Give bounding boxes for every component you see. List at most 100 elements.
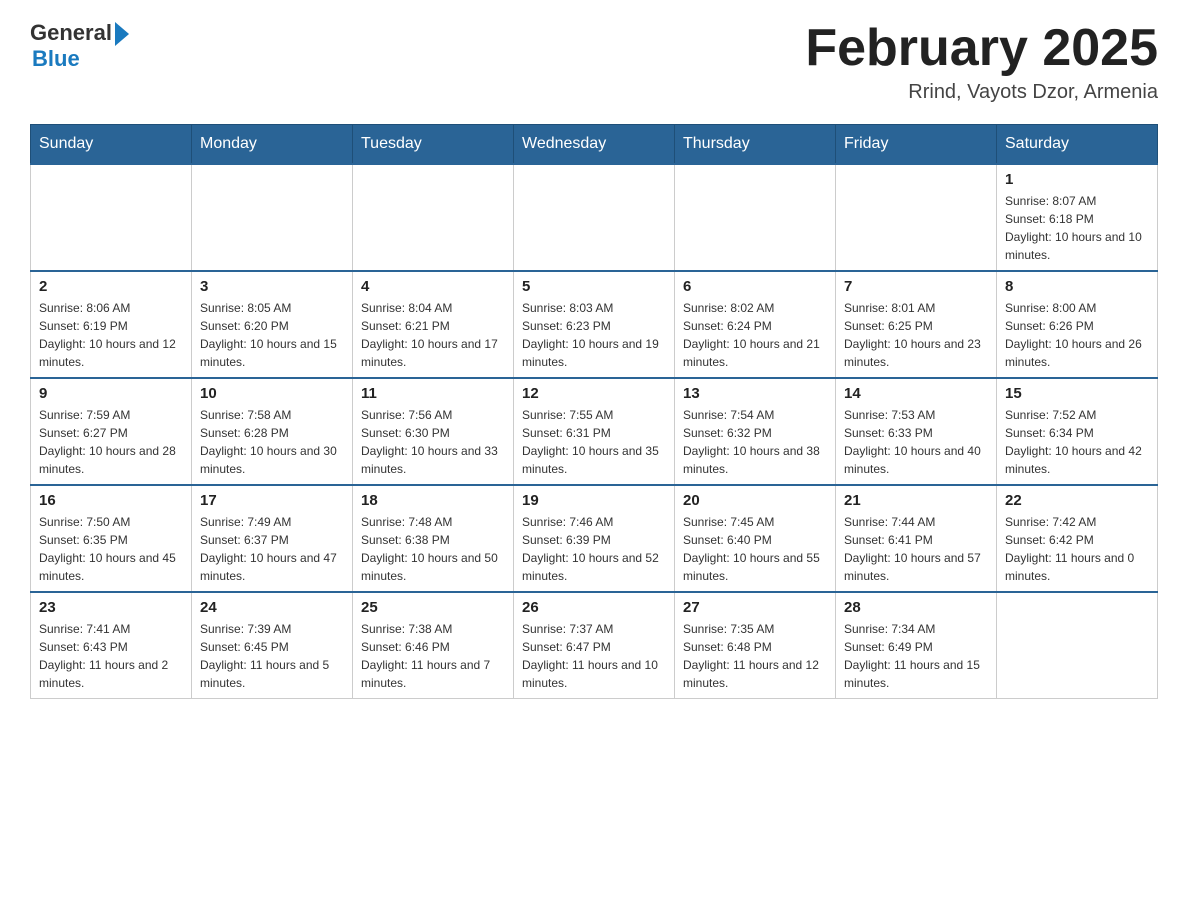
day-info: Sunrise: 7:59 AMSunset: 6:27 PMDaylight:… <box>39 406 183 478</box>
calendar-cell: 22 Sunrise: 7:42 AMSunset: 6:42 PMDayligh… <box>997 485 1158 592</box>
day-number: 13 <box>683 385 827 402</box>
logo: General Blue <box>30 20 129 72</box>
day-info: Sunrise: 7:48 AMSunset: 6:38 PMDaylight:… <box>361 513 505 585</box>
day-info: Sunrise: 7:58 AMSunset: 6:28 PMDaylight:… <box>200 406 344 478</box>
day-number: 21 <box>844 492 988 509</box>
day-number: 8 <box>1005 278 1149 295</box>
calendar-cell: 4 Sunrise: 8:04 AMSunset: 6:21 PMDaylight… <box>353 271 514 378</box>
day-of-week-header: Sunday <box>31 125 192 165</box>
calendar-cell <box>353 164 514 271</box>
calendar-cell: 18 Sunrise: 7:48 AMSunset: 6:38 PMDayligh… <box>353 485 514 592</box>
day-info: Sunrise: 8:04 AMSunset: 6:21 PMDaylight:… <box>361 299 505 371</box>
day-of-week-header: Wednesday <box>514 125 675 165</box>
day-number: 14 <box>844 385 988 402</box>
day-number: 7 <box>844 278 988 295</box>
calendar-cell: 2 Sunrise: 8:06 AMSunset: 6:19 PMDaylight… <box>31 271 192 378</box>
month-title: February 2025 <box>805 20 1158 77</box>
day-number: 19 <box>522 492 666 509</box>
day-info: Sunrise: 7:38 AMSunset: 6:46 PMDaylight:… <box>361 620 505 692</box>
calendar-cell: 9 Sunrise: 7:59 AMSunset: 6:27 PMDaylight… <box>31 378 192 485</box>
day-of-week-header: Thursday <box>675 125 836 165</box>
calendar-cell: 15Sunrise: 7:52 AMSunset: 6:34 PMDayligh… <box>997 378 1158 485</box>
page-header: General Blue February 2025 Rrind, Vayots… <box>30 20 1158 104</box>
calendar-cell: 26 Sunrise: 7:37 AMSunset: 6:47 PMDayligh… <box>514 592 675 699</box>
day-number: 6 <box>683 278 827 295</box>
location-text: Rrind, Vayots Dzor, Armenia <box>805 81 1158 104</box>
day-info: Sunrise: 7:56 AMSunset: 6:30 PMDaylight:… <box>361 406 505 478</box>
day-number: 18 <box>361 492 505 509</box>
day-info: Sunrise: 8:05 AMSunset: 6:20 PMDaylight:… <box>200 299 344 371</box>
day-info: Sunrise: 7:54 AMSunset: 6:32 PMDaylight:… <box>683 406 827 478</box>
week-row: 9 Sunrise: 7:59 AMSunset: 6:27 PMDaylight… <box>31 378 1158 485</box>
calendar-cell: 11 Sunrise: 7:56 AMSunset: 6:30 PMDayligh… <box>353 378 514 485</box>
day-info: Sunrise: 7:35 AMSunset: 6:48 PMDaylight:… <box>683 620 827 692</box>
day-number: 10 <box>200 385 344 402</box>
day-number: 22 <box>1005 492 1149 509</box>
day-number: 5 <box>522 278 666 295</box>
day-info: Sunrise: 7:42 AMSunset: 6:42 PMDaylight:… <box>1005 513 1149 585</box>
calendar-cell: 3 Sunrise: 8:05 AMSunset: 6:20 PMDaylight… <box>192 271 353 378</box>
day-number: 4 <box>361 278 505 295</box>
week-row: 23Sunrise: 7:41 AMSunset: 6:43 PMDayligh… <box>31 592 1158 699</box>
day-info: Sunrise: 7:45 AMSunset: 6:40 PMDaylight:… <box>683 513 827 585</box>
calendar-cell: 6 Sunrise: 8:02 AMSunset: 6:24 PMDaylight… <box>675 271 836 378</box>
calendar-cell: 19 Sunrise: 7:46 AMSunset: 6:39 PMDayligh… <box>514 485 675 592</box>
day-info: Sunrise: 8:07 AMSunset: 6:18 PMDaylight:… <box>1005 192 1149 264</box>
day-number: 16 <box>39 492 183 509</box>
calendar-cell: 13 Sunrise: 7:54 AMSunset: 6:32 PMDayligh… <box>675 378 836 485</box>
day-info: Sunrise: 8:03 AMSunset: 6:23 PMDaylight:… <box>522 299 666 371</box>
day-info: Sunrise: 8:01 AMSunset: 6:25 PMDaylight:… <box>844 299 988 371</box>
calendar-cell <box>514 164 675 271</box>
calendar-cell: 1 Sunrise: 8:07 AMSunset: 6:18 PMDaylight… <box>997 164 1158 271</box>
day-info: Sunrise: 7:50 AMSunset: 6:35 PMDaylight:… <box>39 513 183 585</box>
day-info: Sunrise: 8:06 AMSunset: 6:19 PMDaylight:… <box>39 299 183 371</box>
day-info: Sunrise: 7:34 AMSunset: 6:49 PMDaylight:… <box>844 620 988 692</box>
calendar-cell <box>997 592 1158 699</box>
day-number: 26 <box>522 599 666 616</box>
day-number: 1 <box>1005 171 1149 188</box>
logo-general-text: General <box>30 20 112 46</box>
day-number: 12 <box>522 385 666 402</box>
day-info: Sunrise: 7:39 AMSunset: 6:45 PMDaylight:… <box>200 620 344 692</box>
week-row: 2 Sunrise: 8:06 AMSunset: 6:19 PMDaylight… <box>31 271 1158 378</box>
day-info: Sunrise: 7:37 AMSunset: 6:47 PMDaylight:… <box>522 620 666 692</box>
calendar-cell <box>192 164 353 271</box>
calendar-table: SundayMondayTuesdayWednesdayThursdayFrid… <box>30 124 1158 699</box>
calendar-cell: 20 Sunrise: 7:45 AMSunset: 6:40 PMDayligh… <box>675 485 836 592</box>
calendar-cell: 27 Sunrise: 7:35 AMSunset: 6:48 PMDayligh… <box>675 592 836 699</box>
day-number: 27 <box>683 599 827 616</box>
calendar-cell <box>836 164 997 271</box>
calendar-cell <box>31 164 192 271</box>
day-info: Sunrise: 8:00 AMSunset: 6:26 PMDaylight:… <box>1005 299 1149 371</box>
logo-blue-text: Blue <box>32 46 80 72</box>
day-number: 28 <box>844 599 988 616</box>
logo-arrow-icon <box>115 22 129 46</box>
day-number: 3 <box>200 278 344 295</box>
day-info: Sunrise: 8:02 AMSunset: 6:24 PMDaylight:… <box>683 299 827 371</box>
day-number: 11 <box>361 385 505 402</box>
week-row: 16 Sunrise: 7:50 AMSunset: 6:35 PMDayligh… <box>31 485 1158 592</box>
day-number: 17 <box>200 492 344 509</box>
day-number: 20 <box>683 492 827 509</box>
day-number: 2 <box>39 278 183 295</box>
day-info: Sunrise: 7:53 AMSunset: 6:33 PMDaylight:… <box>844 406 988 478</box>
day-of-week-header: Monday <box>192 125 353 165</box>
day-info: Sunrise: 7:55 AMSunset: 6:31 PMDaylight:… <box>522 406 666 478</box>
day-number: 9 <box>39 385 183 402</box>
calendar-cell <box>675 164 836 271</box>
calendar-cell: 12 Sunrise: 7:55 AMSunset: 6:31 PMDayligh… <box>514 378 675 485</box>
day-number: 23 <box>39 599 183 616</box>
calendar-cell: 5 Sunrise: 8:03 AMSunset: 6:23 PMDaylight… <box>514 271 675 378</box>
day-number: 24 <box>200 599 344 616</box>
calendar-cell: 24 Sunrise: 7:39 AMSunset: 6:45 PMDayligh… <box>192 592 353 699</box>
calendar-cell: 7 Sunrise: 8:01 AMSunset: 6:25 PMDaylight… <box>836 271 997 378</box>
title-section: February 2025 Rrind, Vayots Dzor, Armeni… <box>805 20 1158 104</box>
calendar-cell: 10 Sunrise: 7:58 AMSunset: 6:28 PMDayligh… <box>192 378 353 485</box>
calendar-cell: 8 Sunrise: 8:00 AMSunset: 6:26 PMDaylight… <box>997 271 1158 378</box>
calendar-cell: 25 Sunrise: 7:38 AMSunset: 6:46 PMDayligh… <box>353 592 514 699</box>
day-info: Sunrise: 7:52 AMSunset: 6:34 PMDaylight:… <box>1005 406 1149 478</box>
day-info: Sunrise: 7:46 AMSunset: 6:39 PMDaylight:… <box>522 513 666 585</box>
day-number: 25 <box>361 599 505 616</box>
week-row: 1 Sunrise: 8:07 AMSunset: 6:18 PMDaylight… <box>31 164 1158 271</box>
calendar-cell: 21Sunrise: 7:44 AMSunset: 6:41 PMDayligh… <box>836 485 997 592</box>
